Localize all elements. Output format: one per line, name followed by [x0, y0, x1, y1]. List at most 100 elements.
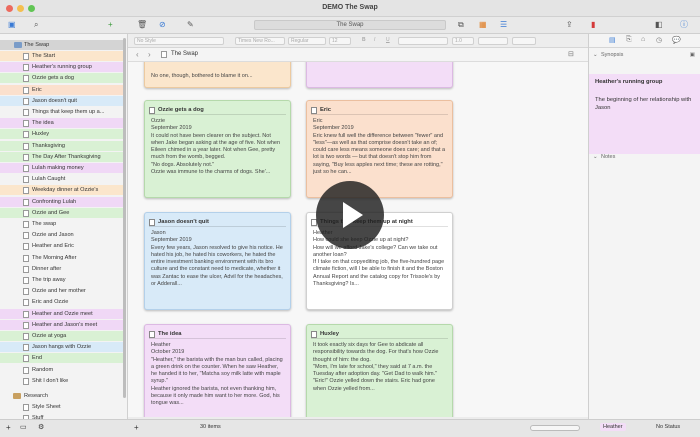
style-select[interactable]: No Style [134, 37, 224, 45]
binder-item[interactable]: Weekday dinner at Ozzie's [0, 185, 123, 196]
binder-item[interactable]: Ozzie and Gee [0, 207, 123, 218]
index-card[interactable]: Huxley It took exactly six days for Gee t… [306, 324, 453, 417]
card-size-slider[interactable] [530, 425, 580, 431]
synopsis-title[interactable]: Heather's running group [595, 79, 662, 85]
card-synopsis[interactable]: Ozzie September 2019 It could not have b… [151, 118, 284, 194]
synopsis-area[interactable]: Heather's running group The beginning of… [589, 74, 700, 154]
index-card[interactable]: Ozzie gets a dog Ozzie September 2019 It … [144, 100, 291, 198]
binder-item[interactable]: The Day After Thanksgiving [0, 151, 123, 162]
bold-button[interactable]: B [360, 37, 370, 45]
binder-scrollbar[interactable] [123, 38, 126, 398]
search-icon[interactable]: ⌕ [34, 20, 38, 30]
split-icon[interactable]: ⊟ [568, 50, 574, 58]
align-buttons[interactable] [398, 37, 448, 45]
weight-select[interactable]: Regular [288, 37, 326, 45]
binder-item[interactable]: The swap [0, 219, 123, 229]
binder-item[interactable]: The Start [0, 51, 123, 61]
binder-item[interactable]: Jason hangs with Ozzie [0, 342, 123, 353]
binder-item[interactable]: Dinner after [0, 264, 123, 274]
list-button[interactable] [512, 37, 536, 45]
index-card[interactable]: No one, though, bothered to blame it on.… [144, 62, 291, 88]
binder-item[interactable]: Things that keep them up a... [0, 107, 123, 117]
metadata-tab-icon[interactable]: ⌂ [641, 36, 645, 43]
size-select[interactable]: 12 [329, 37, 351, 45]
card-synopsis[interactable]: No one, though, bothered to blame it on.… [151, 73, 284, 84]
trash-icon[interactable]: 🗑 [137, 20, 147, 30]
binder-item[interactable]: Eric [0, 84, 123, 95]
index-card[interactable]: Eric Eric September 2019 Eric knew full w… [306, 100, 453, 198]
binder-research-item[interactable]: Style Sheet [0, 402, 123, 412]
copy-icon[interactable]: ⧉ [458, 20, 464, 30]
binder-item[interactable]: The trip away [0, 275, 123, 285]
binder-item[interactable]: Heather and Eric [0, 241, 123, 251]
binder-item[interactable]: Ozzie and Jason [0, 230, 123, 240]
binder-item[interactable]: Random [0, 365, 123, 375]
binder-item[interactable]: Shit I don't like [0, 376, 123, 386]
font-select[interactable]: Times New Ro... [235, 37, 285, 45]
binder-item[interactable]: Ozzie and her mother [0, 286, 123, 296]
binder-item[interactable]: Eric and Ozzie [0, 297, 123, 307]
binder-item[interactable]: End [0, 353, 123, 364]
label-select[interactable]: Heather [600, 423, 626, 431]
binder-item[interactable]: Thanksgiving [0, 140, 123, 151]
view-mode-icon[interactable]: ▣ [8, 20, 16, 30]
binder-item[interactable]: The Morning After [0, 253, 123, 263]
card-title[interactable]: The idea [149, 329, 286, 339]
index-card[interactable] [306, 62, 453, 88]
binder-item[interactable]: Ozzie gets a dog [0, 73, 123, 84]
edit-icon[interactable]: ✎ [187, 20, 194, 30]
underline-button[interactable]: U [384, 37, 394, 45]
compose-icon[interactable]: ◧ [655, 20, 663, 30]
card-synopsis[interactable]: Eric September 2019 Eric knew full well … [313, 118, 446, 194]
notes-tab-icon[interactable]: ▤ [609, 36, 616, 44]
binder-item[interactable]: Heather and Jason's meet [0, 319, 123, 330]
share-icon[interactable]: ⇪ [566, 20, 573, 30]
card-synopsis[interactable]: It took exactly six days for Gee to abdi… [313, 342, 446, 417]
binder-item[interactable]: The idea [0, 118, 123, 129]
index-card[interactable]: Jason doesn't quit Jason September 2019 E… [144, 212, 291, 310]
italic-button[interactable]: I [372, 37, 382, 45]
outline-view-icon[interactable]: ☰ [500, 20, 507, 30]
status-select[interactable]: No Status [656, 424, 680, 430]
binder-root[interactable]: The Swap [0, 40, 123, 50]
corkboard-view-icon[interactable]: ▦ [479, 20, 487, 30]
binder-research-folder[interactable]: Research [0, 391, 123, 401]
snapshot-tab-icon[interactable]: ◷ [656, 36, 662, 44]
synopsis-header[interactable]: ⌄ Synopsis ▣ [593, 50, 697, 60]
add-item-icon[interactable]: + [6, 423, 11, 432]
card-title[interactable]: Jason doesn't quit [149, 217, 286, 227]
binder-item[interactable]: Heather's running group [0, 62, 123, 73]
card-title[interactable]: Eric [311, 105, 448, 115]
binder-item[interactable]: Lulah making money [0, 163, 123, 173]
card-synopsis[interactable] [313, 73, 446, 84]
settings-icon[interactable]: ⚙ [38, 423, 44, 431]
add-icon[interactable]: + [108, 20, 113, 30]
notes-header[interactable]: ⌄ Notes [593, 152, 697, 162]
binder-item[interactable]: Huxley [0, 129, 123, 140]
bookmark-icon[interactable]: ▮ [591, 20, 595, 30]
color-button[interactable] [478, 37, 508, 45]
document-tab[interactable]: The Swap [254, 20, 446, 30]
card-title[interactable]: Huxley [311, 329, 448, 339]
synopsis-text[interactable]: The beginning of her relationship with J… [595, 96, 695, 112]
back-arrow-icon[interactable]: ‹ [136, 50, 139, 59]
link-icon[interactable]: ⊘ [159, 20, 166, 30]
image-icon[interactable]: ▣ [690, 50, 695, 60]
info-icon[interactable]: ⓘ [680, 20, 688, 30]
binder-item[interactable]: Confronting Lulah [0, 196, 123, 207]
play-video-button[interactable] [316, 181, 384, 249]
binder-item[interactable]: Lulah Caught [0, 174, 123, 184]
binder-item[interactable]: Heather and Ozzie meet [0, 308, 123, 319]
folder-add-icon[interactable]: ▭ [20, 423, 27, 431]
binder-item[interactable]: Jason doesn't quit [0, 95, 123, 106]
bookmark-tab-icon[interactable]: ⎘ [626, 36, 632, 44]
card-synopsis[interactable]: Jason September 2019 Every few years, Ja… [151, 230, 284, 306]
forward-arrow-icon[interactable]: › [148, 50, 151, 59]
card-title[interactable]: Ozzie gets a dog [149, 105, 286, 115]
spacing-select[interactable]: 1.0 [452, 37, 474, 45]
add-card-icon[interactable]: + [134, 423, 139, 432]
comments-tab-icon[interactable]: 💬 [672, 36, 681, 44]
binder-item[interactable]: Ozzie at yoga [0, 331, 123, 341]
index-card[interactable]: The idea Heather October 2019 "Heather," … [144, 324, 291, 417]
card-synopsis[interactable]: Heather October 2019 "Heather," the bari… [151, 342, 284, 417]
